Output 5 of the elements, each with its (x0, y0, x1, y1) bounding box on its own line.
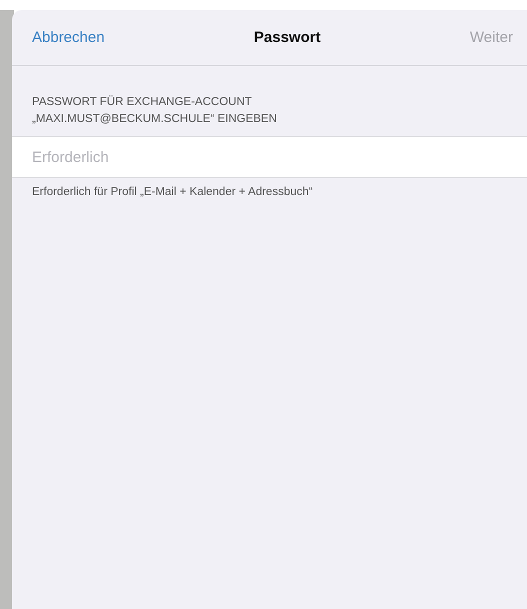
password-field[interactable]: Erforderlich (12, 136, 527, 178)
section-header: PASSWORT FÜR EXCHANGE-ACCOUNT „MAXI.MUST@BECKUM.SCHULE“ EINGEBEN (31, 94, 278, 127)
section-footer: Erforderlich für Profil „E-Mail + Kalender + Adressbuch“ (12, 178, 527, 206)
cancel-button[interactable]: Abbrechen (32, 29, 105, 46)
sheet-title: Passwort (254, 29, 321, 46)
